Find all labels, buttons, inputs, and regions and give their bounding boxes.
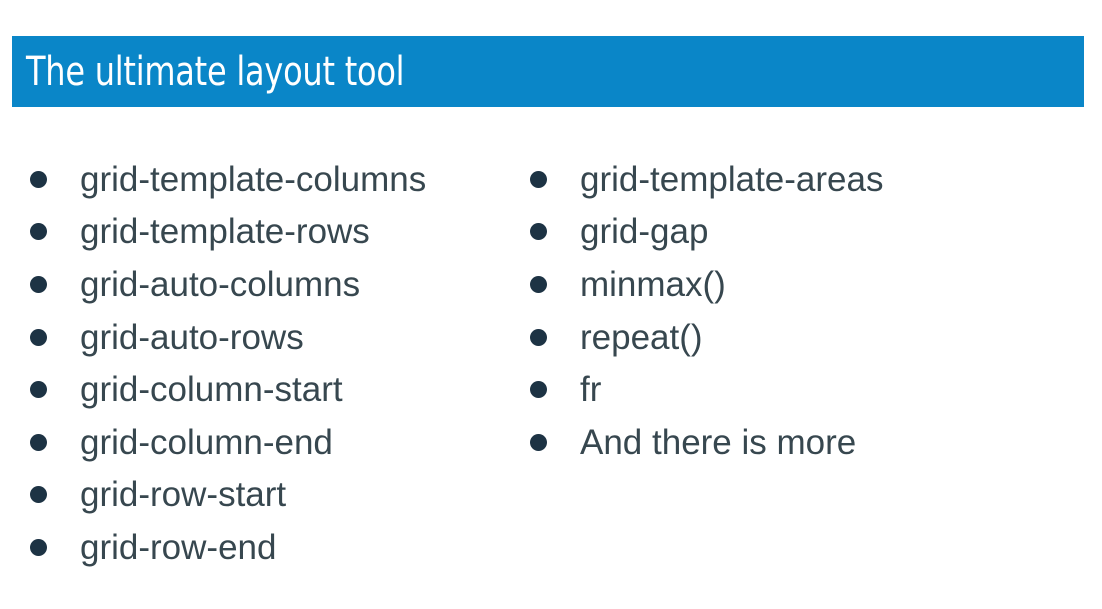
list-item-label: grid-template-columns xyxy=(80,159,427,199)
list-item-label: grid-auto-rows xyxy=(80,317,304,357)
list-item: fr xyxy=(528,363,883,416)
bullet-icon xyxy=(30,223,47,241)
title-bar: The ultimate layout tool xyxy=(12,36,1084,107)
bullet-icon xyxy=(30,170,47,188)
left-bullet-list: grid-template-columns grid-template-rows… xyxy=(28,153,426,574)
bullet-icon xyxy=(30,275,47,293)
list-item: grid-column-start xyxy=(28,363,426,416)
bullet-icon xyxy=(530,381,547,399)
list-item-label: grid-gap xyxy=(580,212,709,252)
bullet-icon xyxy=(30,433,47,451)
list-item-label: grid-column-end xyxy=(80,422,333,462)
list-item-label: And there is more xyxy=(580,422,857,462)
right-bullet-list: grid-template-areas grid-gap minmax() re… xyxy=(528,153,883,469)
list-item: grid-row-end xyxy=(28,521,426,574)
list-item: grid-column-end xyxy=(28,416,426,469)
list-item: grid-auto-rows xyxy=(28,311,426,364)
list-item: grid-template-columns xyxy=(28,153,426,206)
list-item-label: grid-template-areas xyxy=(580,159,884,199)
bullet-icon xyxy=(530,170,547,188)
list-item-label: repeat() xyxy=(580,317,703,357)
list-item: grid-template-areas xyxy=(528,153,883,206)
bullet-icon xyxy=(30,486,47,504)
list-item: And there is more xyxy=(528,416,883,469)
list-item-label: fr xyxy=(580,370,602,410)
bullet-icon xyxy=(30,328,47,346)
list-item-label: grid-column-start xyxy=(80,370,343,410)
bullet-icon xyxy=(530,328,547,346)
list-item-label: grid-row-start xyxy=(80,475,287,515)
list-item-label: grid-auto-columns xyxy=(80,264,361,304)
list-item: grid-auto-columns xyxy=(28,258,426,311)
list-item: grid-row-start xyxy=(28,469,426,522)
list-item: grid-gap xyxy=(528,206,883,259)
list-item-label: grid-template-rows xyxy=(80,212,370,252)
list-item: repeat() xyxy=(528,311,883,364)
bullet-icon xyxy=(30,381,47,399)
bullet-icon xyxy=(530,275,547,293)
list-item-label: grid-row-end xyxy=(80,527,277,567)
bullet-icon xyxy=(530,433,547,451)
bullet-icon xyxy=(530,223,547,241)
list-item: grid-template-rows xyxy=(28,206,426,259)
list-item: minmax() xyxy=(528,258,883,311)
slide: The ultimate layout tool grid-template-c… xyxy=(0,0,1102,609)
list-item-label: minmax() xyxy=(580,264,726,304)
bullet-icon xyxy=(30,538,47,556)
slide-title: The ultimate layout tool xyxy=(26,48,405,95)
